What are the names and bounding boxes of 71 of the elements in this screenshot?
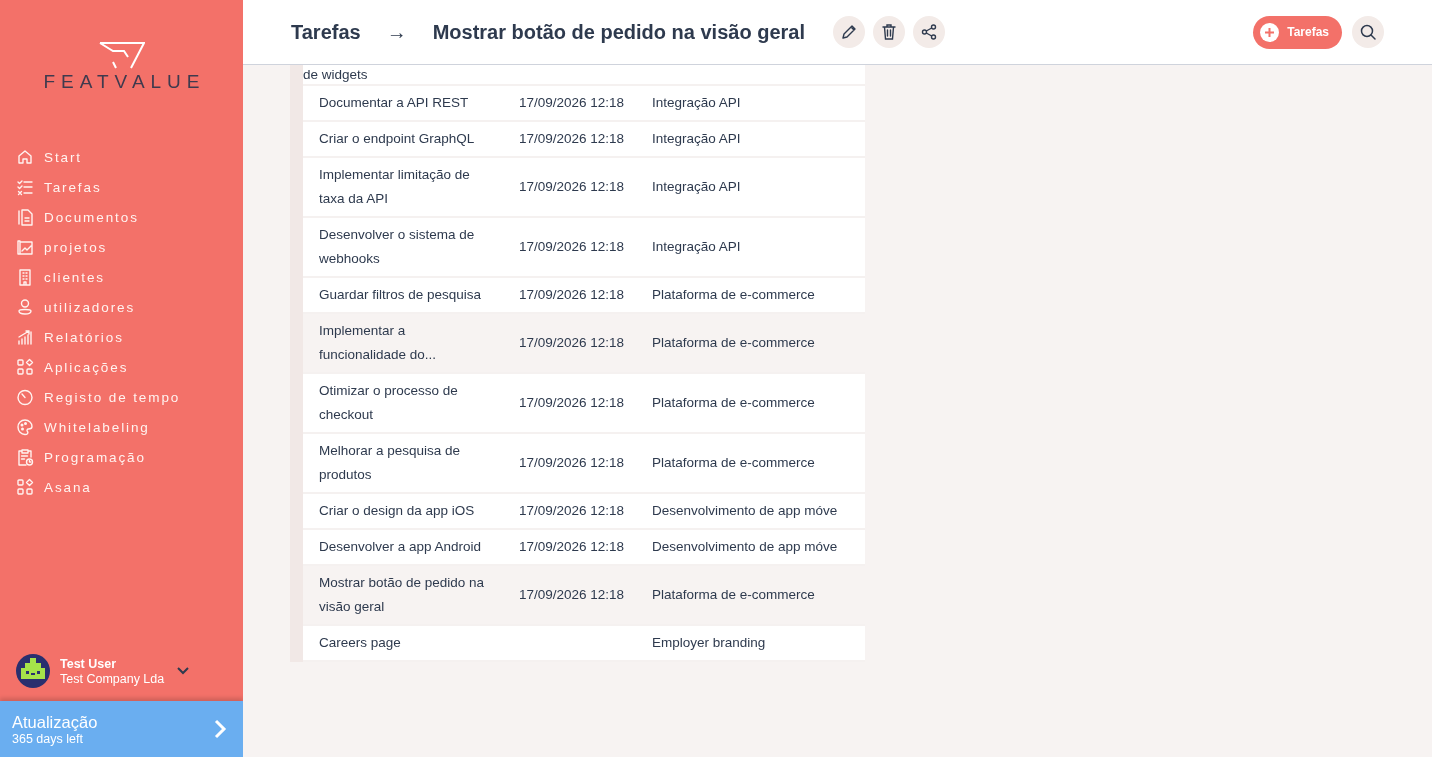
edit-button[interactable] [832,16,865,48]
task-date: 17/09/2026 12:18 [519,286,626,304]
task-date: 17/09/2026 12:18 [519,394,626,412]
bar-chart-icon [16,328,34,346]
task-project: Plataforma de e-commerce [652,286,816,304]
task-name: Criar o endpoint GraphQL [318,130,476,148]
logo-icon [98,42,145,69]
trash-icon [879,23,898,41]
page-title: Mostrar botão de pedido na visão geral [432,20,805,44]
task-name: Mostrar botão de pedido na visão geral [318,574,486,616]
task-project: Desenvolvimento de app móve [652,538,839,556]
task-date: 17/09/2026 12:18 [519,538,626,556]
share-icon [919,23,938,41]
task-project: Integração API [652,238,742,256]
search-icon [1359,23,1377,41]
task-project: Integração API [652,130,742,148]
checklist-icon [16,178,34,196]
task-project: Plataforma de e-commerce [652,394,816,412]
chevron-down-icon[interactable] [176,666,191,676]
task-project: Plataforma de e-commerce [652,586,816,604]
task-name: Desenvolver o sistema de webhooks [318,226,476,268]
task-name: Desenvolver a app Android [318,538,483,556]
share-button[interactable] [912,16,945,48]
plus-icon [1260,22,1280,42]
breadcrumb-link[interactable]: Tarefas [291,20,361,44]
table-row[interactable]: Mostrar botão de pedido na visão geral 17/09/2026 12:18 Plataforma de e-commerce [303,566,865,626]
table-row[interactable]: Implementar a funcionalidade do... 17/09/2026 12:18 Plataforma de e-commerce [303,314,865,374]
task-name: Guardar filtros de pesquisa [318,286,483,304]
task-name: Implementar limitação de taxa da API [318,166,471,208]
chevron-right-icon [213,718,227,740]
delete-button[interactable] [872,16,905,48]
task-date: 17/09/2026 12:18 [519,454,626,472]
task-name: Implementar a funcionalidade do... [318,322,438,364]
task-date: 17/09/2026 12:18 [519,334,626,352]
user-name: Test User [60,656,118,671]
document-icon [16,208,34,226]
palette-icon [16,418,34,436]
logo-text: FEATVALUE [42,71,206,93]
task-project: Integração API [652,178,742,196]
task-date: 17/09/2026 12:18 [519,178,626,196]
timer-icon [16,388,34,406]
chart-icon [16,238,34,256]
days-left: 365 days left [12,731,84,746]
task-name: Criar o design da app iOS [318,502,476,520]
task-project: Plataforma de e-commerce [652,334,816,352]
company-name: Test Company Lda [60,671,165,686]
apps-icon [16,358,34,376]
apps-icon [16,478,34,496]
task-date: 17/09/2026 12:18 [519,502,626,520]
task-name: Documentar a API REST [318,94,470,112]
home-icon [16,148,34,166]
task-date: 17/09/2026 12:18 [519,130,626,148]
task-name: Melhorar a pesquisa de produtos [318,442,462,484]
task-project: Employer branding [652,634,767,652]
search-button[interactable] [1352,16,1384,48]
task-project: Desenvolvimento de app móve [652,502,839,520]
breadcrumb-arrow: → [386,20,407,44]
task-date: 17/09/2026 12:18 [519,238,626,256]
avatar[interactable] [16,654,50,688]
pencil-icon [839,23,858,41]
task-name: Otimizar o processo de checkout [318,382,459,424]
clipboard-icon [16,448,34,466]
building-icon [16,268,34,286]
task-name: Careers page [318,634,402,652]
task-name: de widgets [303,66,369,84]
user-icon [16,298,34,316]
task-date: 17/09/2026 12:18 [519,586,626,604]
task-project: Integração API [652,94,742,112]
task-project: Plataforma de e-commerce [652,454,816,472]
upgrade-title: Atualização [12,712,99,732]
task-date: 17/09/2026 12:18 [519,94,626,112]
